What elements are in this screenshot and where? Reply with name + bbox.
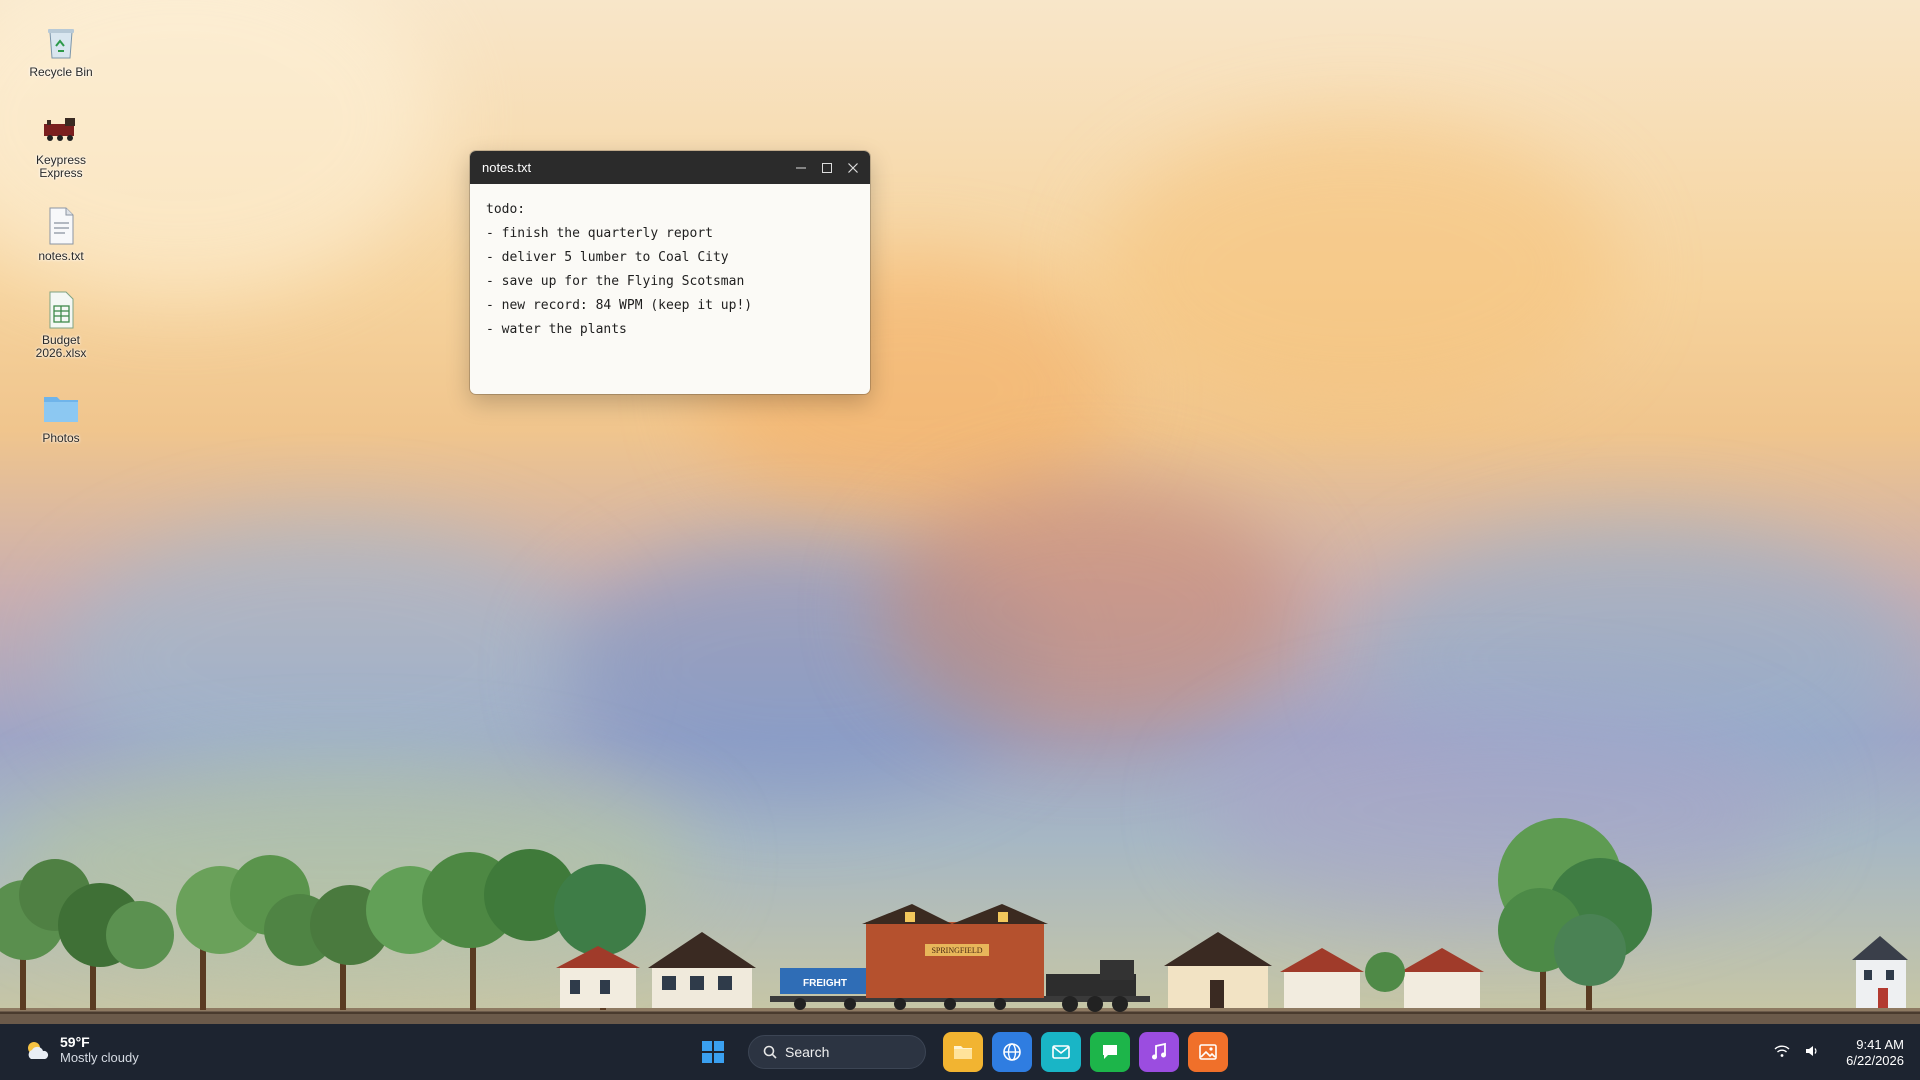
desktop-icon-keypress-express[interactable]: Keypress Express [18,110,104,180]
clock-time: 9:41 AM [1856,1037,1904,1052]
desktop-wallpaper: FREIGHT SPRINGFIELD [0,0,1920,1024]
taskbar-app-photos[interactable] [1188,1032,1228,1072]
maximize-icon [822,162,832,173]
chat-icon [1103,1045,1117,1059]
taskbar-search-box[interactable]: Search [748,1035,926,1069]
notepad-text-area[interactable]: todo: - finish the quarterly report - de… [470,184,870,356]
folder-icon [954,1046,972,1059]
clock-date: 6/22/2026 [1846,1053,1904,1068]
taskbar-app-browser[interactable] [992,1032,1032,1072]
search-placeholder: Search [785,1044,830,1060]
text-file-icon [41,206,81,246]
trees-right [1498,818,1652,1010]
desktop-icon-label: notes.txt [38,249,84,263]
freight-label: FREIGHT [803,978,847,989]
window-title: notes.txt [482,160,532,175]
desktop-icon-label: Photos [42,431,80,445]
taskbar-app-music[interactable] [1139,1032,1179,1072]
desktop-icon-label: Keypress Express [35,153,87,180]
wifi-icon[interactable] [1774,1044,1790,1063]
taskbar-clock[interactable]: 9:41 AM 6/22/2026 [1846,1037,1904,1069]
taskbar-app-chat[interactable] [1090,1032,1130,1072]
globe-icon [1003,1043,1021,1061]
desktop-icon-notes-txt[interactable]: notes.txt [18,206,104,263]
minimize-button[interactable] [788,151,814,184]
weather-condition: Mostly cloudy [60,1050,139,1065]
weather-temperature: 59°F [60,1034,90,1050]
mail-icon [1052,1045,1070,1059]
music-icon [1152,1042,1166,1060]
taskbar-app-file-explorer[interactable] [943,1032,983,1072]
image-icon [1199,1044,1217,1060]
town-scenery: FREIGHT SPRINGFIELD [0,818,1920,1024]
springfield-station: SPRINGFIELD [862,904,1048,998]
taskbar: 59°F Mostly cloudy Search 9:41 AM 6/22/2… [0,1024,1920,1080]
train-icon [41,110,81,150]
desktop-icon-recycle-bin[interactable]: Recycle Bin [18,22,104,79]
desktop-icon-budget-xlsx[interactable]: Budget 2026.xlsx [18,290,104,360]
start-button[interactable] [700,1039,726,1065]
spreadsheet-icon [41,290,81,330]
desktop-icon-photos[interactable]: Photos [18,388,104,445]
desktop-icon-label: Recycle Bin [29,65,93,79]
windows-logo-icon [702,1041,724,1063]
recycle-bin-icon [41,22,81,62]
house-right [1852,936,1908,1008]
window-titlebar[interactable]: notes.txt [470,151,870,184]
close-icon [848,162,858,173]
trees-left [0,849,646,1010]
taskbar-app-mail[interactable] [1041,1032,1081,1072]
station-sign: SPRINGFIELD [931,946,982,955]
desktop-icon-label: Budget 2026.xlsx [35,333,87,360]
cottages-right [1164,932,1484,1008]
partly-cloudy-icon [28,1042,49,1059]
close-button[interactable] [840,151,866,184]
search-icon [763,1045,777,1059]
minimize-icon [796,167,806,168]
maximize-button[interactable] [814,151,840,184]
weather-widget[interactable]: 59°F Mostly cloudy [24,1034,139,1066]
notepad-window[interactable]: notes.txt todo: - finish the quarterly r… [470,151,870,394]
folder-icon [41,388,81,428]
volume-icon[interactable] [1804,1044,1820,1063]
